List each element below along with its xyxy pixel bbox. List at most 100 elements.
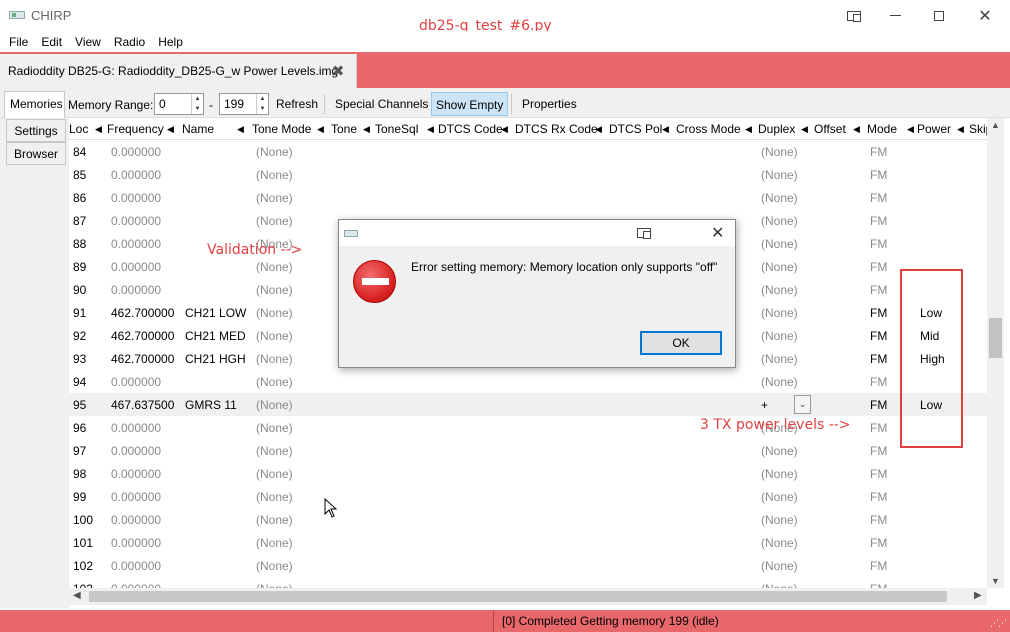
side-tab-browser[interactable]: Browser [6, 142, 66, 165]
horizontal-scrollbar[interactable]: ◀ ▶ [69, 588, 987, 605]
table-row[interactable]: 98 0.000000 (None) (None) FM [69, 462, 987, 485]
table-row[interactable]: 84 0.000000 (None) (None) FM [69, 140, 987, 163]
sort-arrow-icon[interactable]: ◀ [427, 124, 434, 135]
sort-arrow-icon[interactable]: ◀ [595, 124, 602, 135]
scroll-down-icon[interactable]: ▼ [987, 576, 1004, 586]
cell-tone-mode: (None) [256, 375, 293, 389]
column-header-dtcs-code[interactable]: DTCS Code [438, 122, 503, 136]
grid-header: Loc ◀ Frequency ◀ Name ◀ Tone Mode ◀ Tone ◀ ToneSq… [69, 118, 987, 140]
sort-arrow-icon[interactable]: ◀ [167, 124, 174, 135]
column-header-tone-mode[interactable]: Tone Mode [252, 122, 311, 136]
sort-arrow-icon[interactable]: ◀ [501, 124, 508, 135]
column-header-dtcs-pol[interactable]: DTCS Pol [609, 122, 662, 136]
tab-memories[interactable]: Memories [4, 91, 65, 118]
column-header-tone[interactable]: Tone [331, 122, 357, 136]
horizontal-scroll-thumb[interactable] [89, 591, 947, 602]
column-header-tonesql[interactable]: ToneSql [375, 122, 418, 136]
tab-close-icon[interactable]: ✖ [331, 64, 345, 79]
vertical-scroll-thumb[interactable] [989, 318, 1002, 358]
file-tab[interactable]: Radioddity DB25-G: Radioddity_DB25-G_w P… [0, 54, 357, 88]
table-row[interactable]: 86 0.000000 (None) (None) FM [69, 186, 987, 209]
dialog-close-icon[interactable]: ✕ [711, 223, 724, 242]
side-tab-settings[interactable]: Settings [6, 119, 66, 142]
cell-mode: FM [870, 168, 888, 182]
range-start-value: 0 [159, 97, 166, 111]
cell-freq: 462.700000 [111, 329, 175, 343]
spin-down-icon[interactable]: ▼ [257, 104, 268, 114]
menu-radio[interactable]: Radio [114, 35, 145, 49]
column-header-name[interactable]: Name [182, 122, 214, 136]
cell-tone-mode: (None) [256, 214, 293, 228]
column-header-offset[interactable]: Offset [814, 122, 846, 136]
vertical-scrollbar[interactable]: ▲ ▼ [987, 118, 1004, 588]
cell-duplex: + [761, 398, 769, 412]
table-row[interactable]: 95 467.637500 GMRS 11 (None) + FM Low ⌄ [69, 393, 987, 416]
column-header-loc[interactable]: Loc [69, 122, 88, 136]
column-header-cross-mode[interactable]: Cross Mode [676, 122, 741, 136]
menu-help[interactable]: Help [158, 35, 183, 49]
cell-mode: FM [870, 490, 888, 504]
table-row[interactable]: 94 0.000000 (None) (None) FM [69, 370, 987, 393]
show-empty-button[interactable]: Show Empty [431, 92, 509, 116]
sort-arrow-icon[interactable]: ◀ [317, 124, 324, 135]
column-header-duplex[interactable]: Duplex [758, 122, 795, 136]
refresh-button[interactable]: Refresh [272, 92, 322, 116]
toolbar-separator [324, 94, 325, 114]
dialog-snap-icon[interactable] [637, 228, 651, 239]
sort-arrow-icon[interactable]: ◀ [853, 124, 860, 135]
spin-up-icon[interactable]: ▲ [192, 94, 203, 104]
sort-arrow-icon[interactable]: ◀ [907, 124, 914, 135]
close-button[interactable]: ✕ [960, 0, 1010, 31]
table-row[interactable]: 97 0.000000 (None) (None) FM [69, 439, 987, 462]
sort-arrow-icon[interactable]: ◀ [801, 124, 808, 135]
scroll-up-icon[interactable]: ▲ [987, 120, 1004, 130]
scroll-right-icon[interactable]: ▶ [974, 590, 982, 601]
sort-arrow-icon[interactable]: ◀ [95, 124, 102, 135]
sort-arrow-icon[interactable]: ◀ [957, 124, 964, 135]
column-header-skip[interactable]: Skip [969, 122, 987, 136]
cell-mode: FM [870, 421, 888, 435]
column-header-dtcs-rx-code[interactable]: DTCS Rx Code [515, 122, 598, 136]
table-row[interactable]: 1030.000000(None)(None)FM [69, 577, 987, 588]
cell-freq: 0.000000 [111, 536, 162, 550]
table-row[interactable]: 102 0.000000 (None) (None) FM [69, 554, 987, 577]
table-row[interactable]: 99 0.000000 (None) (None) FM [69, 485, 987, 508]
ok-button[interactable]: OK [640, 331, 722, 355]
column-header-frequency[interactable]: Frequency [107, 122, 164, 136]
scroll-left-icon[interactable]: ◀ [73, 590, 81, 601]
cell-loc: 87 [73, 214, 87, 228]
table-row[interactable]: 100 0.000000 (None) (None) FM [69, 508, 987, 531]
sort-arrow-icon[interactable]: ◀ [662, 124, 669, 135]
range-start-spinbox[interactable]: 0 ▲ ▼ [154, 93, 204, 115]
resize-grip-icon[interactable]: ⋰⋰ [990, 618, 1007, 629]
cell-mode: FM [870, 191, 888, 205]
cell-tone-mode: (None) [256, 536, 293, 550]
cell-mode: FM [870, 467, 888, 481]
duplex-dropdown-icon[interactable]: ⌄ [794, 395, 811, 414]
column-header-mode[interactable]: Mode [867, 122, 897, 136]
cell-freq: 0.000000 [111, 421, 162, 435]
menu-view[interactable]: View [75, 35, 101, 49]
sort-arrow-icon[interactable]: ◀ [237, 124, 244, 135]
cell-tone-mode: (None) [256, 559, 293, 573]
column-header-power[interactable]: Power [917, 122, 951, 136]
cell-freq: 0.000000 [111, 490, 162, 504]
maximize-button[interactable] [917, 0, 960, 31]
menu-edit[interactable]: Edit [41, 35, 62, 49]
properties-button[interactable]: Properties [518, 92, 581, 116]
table-row[interactable]: 101 0.000000 (None) (None) FM [69, 531, 987, 554]
spin-up-icon[interactable]: ▲ [257, 94, 268, 104]
cell-duplex: (None) [761, 467, 798, 481]
sort-arrow-icon[interactable]: ◀ [363, 124, 370, 135]
table-row[interactable]: 85 0.000000 (None) (None) FM [69, 163, 987, 186]
cell-loc: 101 [73, 536, 94, 550]
spin-down-icon[interactable]: ▼ [192, 104, 203, 114]
sort-arrow-icon[interactable]: ◀ [745, 124, 752, 135]
menu-file[interactable]: File [9, 35, 28, 49]
cell-loc: 100 [73, 513, 94, 527]
minimize-button[interactable] [874, 0, 917, 31]
range-end-spinbox[interactable]: 199 ▲ ▼ [219, 93, 269, 115]
cell-freq: 462.700000 [111, 306, 175, 320]
special-channels-button[interactable]: Special Channels [331, 92, 432, 116]
snap-button[interactable] [834, 0, 874, 31]
